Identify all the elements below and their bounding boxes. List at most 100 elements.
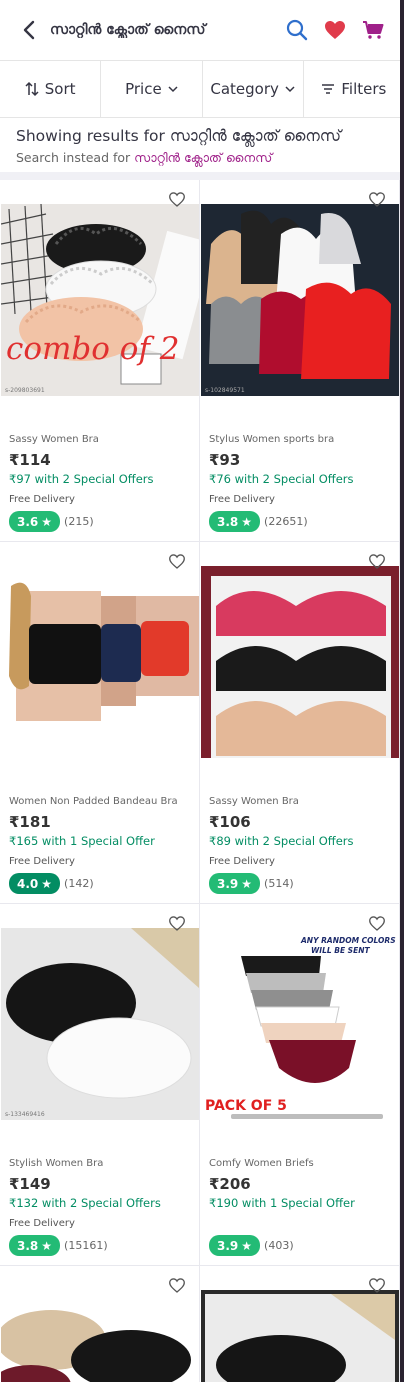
rating: 3.8 ★ (15161) xyxy=(9,1235,108,1256)
product-price: ₹106 xyxy=(209,813,251,831)
product-name: Women Non Padded Bandeau Bra xyxy=(9,796,178,807)
product-offer: ₹165 with 1 Special Offer xyxy=(9,834,155,848)
wishlist-toggle[interactable] xyxy=(369,916,387,934)
filters-button[interactable]: Filters xyxy=(304,61,404,117)
delivery-text: Free Delivery xyxy=(9,1218,75,1229)
wishlist-toggle[interactable] xyxy=(369,1278,387,1296)
star-icon: ★ xyxy=(41,514,53,529)
product-card[interactable]: Women Non Padded Bandeau Bra ₹181 ₹165 w… xyxy=(0,542,200,904)
rating-badge: 3.8 ★ xyxy=(9,1235,61,1256)
product-image xyxy=(1,1290,199,1382)
price-filter-button[interactable]: Price xyxy=(101,61,203,117)
wishlist-toggle[interactable] xyxy=(169,916,187,934)
heart-icon xyxy=(325,21,345,39)
showing-prefix: Showing results for xyxy=(16,127,165,145)
showing-query: സാറ്റിൻ ക്ലോത് നൈസ് xyxy=(169,127,342,145)
heart-outline-icon xyxy=(369,1278,385,1293)
heart-outline-icon xyxy=(369,554,385,569)
product-card[interactable]: s-133469416 Stylish Women Bra ₹149 ₹132 … xyxy=(0,904,200,1266)
category-label: Category xyxy=(210,80,279,98)
product-price: ₹114 xyxy=(9,451,51,469)
product-offer: ₹190 with 1 Special Offer xyxy=(209,1196,355,1210)
filter-lines-icon xyxy=(322,84,335,94)
product-image xyxy=(1,566,199,758)
product-name: Sassy Women Bra xyxy=(9,434,99,445)
wishlist-button[interactable] xyxy=(318,13,352,47)
chevron-down-icon xyxy=(168,85,178,92)
product-name: Comfy Women Briefs xyxy=(209,1158,314,1169)
rating: 4.0 ★ (142) xyxy=(9,873,94,894)
rating-value: 3.6 xyxy=(17,514,39,529)
product-image: combo of 2 s-209803691 xyxy=(1,204,199,396)
product-price: ₹149 xyxy=(9,1175,51,1193)
heart-outline-icon xyxy=(169,1278,185,1293)
filters-label: Filters xyxy=(341,80,387,98)
review-count: (15161) xyxy=(64,1239,108,1252)
rating-value: 4.0 xyxy=(17,876,39,891)
rating-value: 3.8 xyxy=(217,514,239,529)
product-offer: ₹76 with 2 Special Offers xyxy=(209,472,354,486)
delivery-text: Free Delivery xyxy=(9,856,75,867)
wishlist-toggle[interactable] xyxy=(369,554,387,572)
product-image: ANY RANDOM COLORS WILL BE SENT PACK OF 5 xyxy=(201,928,399,1120)
image-overlay-text: PACK OF 5 xyxy=(205,1098,287,1114)
heart-outline-icon xyxy=(169,916,185,931)
product-image: s-113826002 xyxy=(201,566,399,758)
search-instead-link[interactable]: സാറ്റിൻ ക്ലോത് നൈസ് xyxy=(134,150,272,165)
product-card[interactable] xyxy=(0,1266,200,1382)
back-button[interactable] xyxy=(14,15,44,45)
section-divider xyxy=(0,172,404,180)
wishlist-toggle[interactable] xyxy=(369,192,387,210)
product-price: ₹206 xyxy=(209,1175,251,1193)
review-count: (215) xyxy=(64,515,94,528)
product-image xyxy=(201,1290,399,1382)
category-filter-button[interactable]: Category xyxy=(203,61,304,117)
rating: 3.6 ★ (215) xyxy=(9,511,94,532)
product-card[interactable]: s-113826002 Sassy Women Bra ₹106 ₹89 wit… xyxy=(200,542,400,904)
image-code: s-102849571 xyxy=(205,387,245,394)
wishlist-toggle[interactable] xyxy=(169,1278,187,1296)
rating: 3.8 ★ (22651) xyxy=(209,511,308,532)
delivery-text: Free Delivery xyxy=(209,494,275,505)
heart-outline-icon xyxy=(169,554,185,569)
image-code: s-133469416 xyxy=(5,1111,45,1118)
rating-value: 3.8 xyxy=(17,1238,39,1253)
sort-button[interactable]: Sort xyxy=(0,61,102,117)
wishlist-toggle[interactable] xyxy=(169,554,187,572)
star-icon: ★ xyxy=(241,1238,253,1253)
product-name: Stylus Women sports bra xyxy=(209,434,335,445)
rating: 3.9 ★ (514) xyxy=(209,873,294,894)
chevron-left-icon xyxy=(23,20,35,40)
results-info: Showing results for സാറ്റിൻ ക്ലോത് നൈസ് … xyxy=(0,118,404,172)
product-card[interactable]: ANY RANDOM COLORS WILL BE SENT PACK OF 5… xyxy=(200,904,400,1266)
product-card[interactable]: s-102849571 Stylus Women sports bra ₹93 … xyxy=(200,180,400,542)
wishlist-toggle[interactable] xyxy=(169,192,187,210)
product-card[interactable] xyxy=(200,1266,400,1382)
chevron-down-icon xyxy=(285,85,295,92)
rating: 3.9 ★ (403) xyxy=(209,1235,294,1256)
star-icon: ★ xyxy=(41,1238,53,1253)
showing-results-text: Showing results for സാറ്റിൻ ക്ലോത് നൈസ് xyxy=(16,127,388,146)
search-icon xyxy=(286,19,308,41)
review-count: (514) xyxy=(264,877,294,890)
sort-icon xyxy=(25,81,39,97)
rating-badge: 3.6 ★ xyxy=(9,511,61,532)
product-name: Stylish Women Bra xyxy=(9,1158,104,1169)
cart-button[interactable] xyxy=(356,13,390,47)
page-title: സാറ്റിൻ ക്ലോത് നൈസ് xyxy=(50,22,206,38)
heart-outline-icon xyxy=(369,192,385,207)
review-count: (22651) xyxy=(264,515,308,528)
star-icon: ★ xyxy=(41,876,53,891)
delivery-text: Free Delivery xyxy=(9,494,75,505)
search-button[interactable] xyxy=(280,13,314,47)
product-image: s-133469416 xyxy=(1,928,199,1120)
product-price: ₹93 xyxy=(209,451,241,469)
product-card[interactable]: combo of 2 s-209803691 Sassy Women Bra ₹… xyxy=(0,180,200,542)
review-count: (142) xyxy=(64,877,94,890)
filter-bar: Sort Price Category Filters xyxy=(0,60,404,118)
search-instead-text: Search instead for സാറ്റിൻ ക്ലോത് നൈസ് xyxy=(16,150,388,166)
top-app-bar: സാറ്റിൻ ക്ലോത് നൈസ് xyxy=(0,0,404,60)
review-count: (403) xyxy=(264,1239,294,1252)
product-offer: ₹132 with 2 Special Offers xyxy=(9,1196,161,1210)
product-price: ₹181 xyxy=(9,813,51,831)
